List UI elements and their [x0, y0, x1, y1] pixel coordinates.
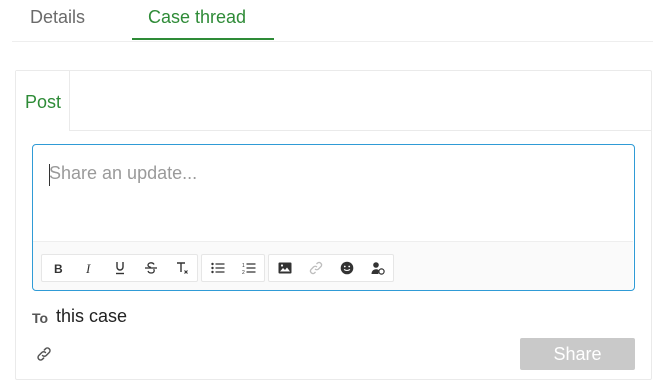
tab-post-label: Post	[25, 92, 62, 112]
list-group: 12	[201, 254, 265, 282]
svg-text:2: 2	[242, 270, 245, 275]
share-button[interactable]: Share	[520, 338, 635, 370]
tab-post[interactable]: Post	[16, 71, 70, 131]
bold-icon[interactable]: B	[42, 255, 73, 281]
link-icon[interactable]	[300, 255, 331, 281]
tab-details[interactable]: Details	[30, 7, 85, 28]
clear-format-icon[interactable]	[166, 255, 197, 281]
insert-group	[268, 254, 394, 282]
svg-text:I: I	[85, 262, 91, 274]
recipient-label: To	[32, 310, 49, 326]
active-tab-indicator	[132, 38, 274, 40]
format-group: B I	[41, 254, 198, 282]
editor-toolbar: B I 12	[33, 241, 633, 290]
top-tabs: Details Case thread	[12, 0, 653, 42]
underline-icon[interactable]	[104, 255, 135, 281]
post-tab-cover	[16, 130, 69, 132]
update-input[interactable]	[49, 163, 609, 184]
svg-text:1: 1	[242, 263, 245, 269]
svg-text:B: B	[54, 262, 63, 274]
panel-tabbar: Post	[16, 71, 651, 132]
image-icon[interactable]	[269, 255, 300, 281]
tab-case-thread[interactable]: Case thread	[148, 7, 246, 28]
mention-user-icon[interactable]	[362, 255, 393, 281]
attachment-icon[interactable]	[36, 346, 52, 362]
recipient-value: this case	[56, 306, 128, 326]
strikethrough-icon[interactable]	[135, 255, 166, 281]
bulleted-list-icon[interactable]	[202, 255, 233, 281]
numbered-list-icon[interactable]: 12	[233, 255, 264, 281]
text-caret	[49, 164, 50, 186]
update-editor[interactable]: B I 12	[32, 144, 635, 291]
italic-icon[interactable]: I	[73, 255, 104, 281]
emoji-icon[interactable]	[331, 255, 362, 281]
